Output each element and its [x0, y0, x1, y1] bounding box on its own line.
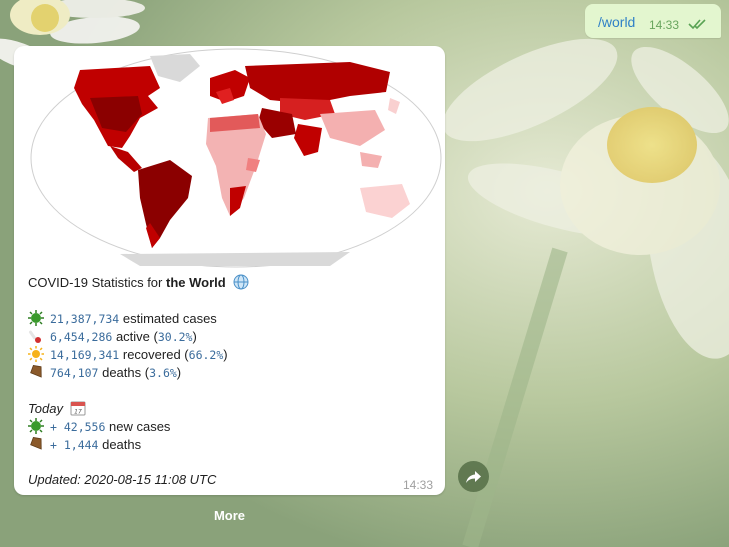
share-arrow-icon	[466, 471, 481, 483]
stat-row-active: 6,454,286 active (30.2%)	[28, 328, 197, 344]
today-row-cases: + 42,556 new cases	[28, 418, 170, 434]
svg-text:17: 17	[74, 409, 82, 416]
new-deaths-value: + 1,444	[50, 438, 99, 452]
thermometer-icon	[28, 330, 41, 343]
more-button[interactable]: More	[14, 508, 445, 523]
stat-row-recovered: 14,169,341 recovered (66.2%)	[28, 346, 228, 362]
stats-message[interactable]: COVID-19 Statistics for the World 21,387…	[14, 46, 445, 495]
today-heading: Today 17	[28, 400, 92, 416]
double-check-icon	[688, 19, 706, 30]
coffin-icon	[30, 364, 42, 378]
globe-icon	[233, 274, 249, 290]
world-map-image	[30, 48, 442, 268]
stat-row-deaths: 764,107 deaths (3.6%)	[28, 364, 181, 380]
sun-icon	[28, 346, 44, 362]
virus-icon	[28, 418, 44, 434]
virus-icon	[28, 310, 44, 326]
command-link[interactable]: /world	[598, 14, 635, 30]
calendar-icon: 17	[70, 401, 86, 416]
coffin-icon	[30, 436, 42, 450]
cases-value: 21,387,734	[50, 312, 120, 326]
updated-timestamp: Updated: 2020-08-15 11:08 UTC	[28, 472, 217, 487]
stat-row-cases: 21,387,734 estimated cases	[28, 310, 217, 326]
active-value: 6,454,286	[50, 330, 113, 344]
message-time: 14:33	[649, 18, 680, 32]
forward-button[interactable]	[458, 461, 489, 492]
recovered-value: 14,169,341	[50, 348, 120, 362]
stats-title: COVID-19 Statistics for the World	[28, 274, 255, 290]
message-time: 14:33	[403, 478, 434, 492]
deaths-value: 764,107	[50, 366, 99, 380]
today-row-deaths: + 1,444 deaths	[28, 436, 141, 452]
new-cases-value: + 42,556	[50, 420, 106, 434]
